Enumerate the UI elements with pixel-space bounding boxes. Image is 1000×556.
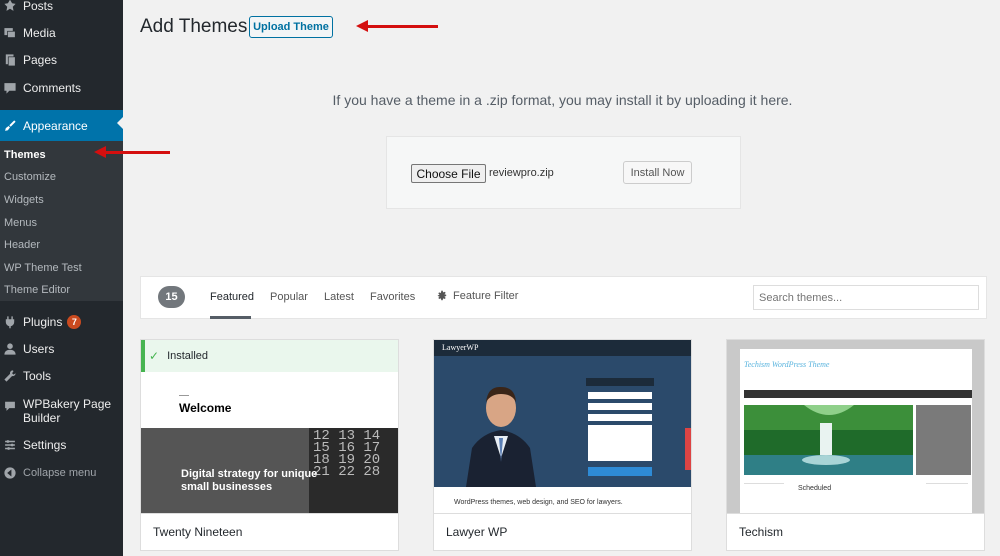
theme-card-footer: Techism [727,513,984,550]
theme-name: Lawyer WP [446,525,508,539]
menu-collapse[interactable]: Collapse menu [0,460,123,486]
collapse-icon [3,466,17,480]
plugins-update-badge: 7 [67,315,82,329]
choose-file-button[interactable]: Choose File [411,164,486,183]
paintbrush-icon [3,119,17,133]
submenu-wp-theme-test[interactable]: WP Theme Test [4,262,82,274]
preview-page: Techism WordPress Theme Scheduled [740,349,972,513]
upload-help-text: If you have a theme in a .zip format, yo… [332,92,793,108]
theme-card-twenty-nineteen[interactable]: ✓ Installed Welcome 12 13 14 15 16 17 18… [140,339,399,551]
theme-screenshot: Techism WordPress Theme Scheduled [727,340,984,513]
preview-welcome-text: Welcome [179,401,232,415]
theme-screenshot: LawyerWP WordPress themes, web design, a [434,340,691,513]
submenu-widgets[interactable]: Widgets [4,194,44,206]
social-share-bar [685,428,691,470]
menu-label: Pages [23,53,58,67]
menu-label: Appearance [23,118,88,133]
theme-card-techism[interactable]: Techism WordPress Theme Scheduled Techis… [726,339,985,551]
check-icon: ✓ [149,349,160,363]
submenu-header[interactable]: Header [4,239,40,251]
consultation-form-image [586,378,654,476]
menu-posts[interactable]: Posts [0,0,123,19]
comment-icon [3,81,17,95]
theme-name: Techism [739,525,784,539]
menu-appearance[interactable]: Appearance [0,110,123,141]
theme-count: 15 [158,286,185,308]
plugin-icon [3,315,17,329]
tab-favorites[interactable]: Favorites [370,291,415,303]
menu-users[interactable]: Users [0,336,123,362]
preview-hero: 12 13 14 15 16 17 18 19 20 21 22 28 Digi… [141,428,398,513]
menu-pages[interactable]: Pages [0,47,123,73]
preview-logo: LawyerWP [442,343,479,352]
appearance-submenu: Themes Customize Widgets Menus Header WP… [0,141,123,301]
tab-featured[interactable]: Featured [210,291,254,303]
submenu-menus[interactable]: Menus [4,217,37,229]
preview-sidebar [916,405,971,475]
submenu-theme-editor[interactable]: Theme Editor [4,284,70,296]
waterfall-image [744,405,913,475]
menu-label: Media [23,26,56,40]
installed-notice: ✓ Installed [141,340,398,372]
preview-hero [434,356,691,487]
menu-tools[interactable]: Tools [0,363,123,389]
theme-card-footer: Twenty Nineteen [141,513,398,550]
menu-label: Plugins [23,315,63,329]
feature-filter-label: Feature Filter [453,290,519,302]
theme-filter-bar: 15 Featured Popular Latest Favorites Fea… [140,276,987,319]
pages-icon [3,53,17,67]
preview-tagline: WordPress themes, web design, and SEO fo… [454,499,623,506]
preview-site-title: Techism WordPress Theme [744,360,830,369]
user-icon [3,342,17,356]
install-now-button[interactable]: Install Now [623,161,692,184]
menu-label: Comments [23,81,82,95]
upload-theme-button[interactable]: Upload Theme [249,16,333,38]
menu-label: Settings [23,438,67,452]
theme-card-footer: Lawyer WP [434,513,691,550]
menu-wpbakery[interactable]: WPBakery Page Builder [0,397,123,427]
tab-latest[interactable]: Latest [324,291,354,303]
menu-plugins[interactable]: Plugins 7 [0,309,123,335]
feature-filter-button[interactable]: Feature Filter [436,290,518,302]
preview-topbar: LawyerWP [434,340,691,356]
preview-post-title: Scheduled [798,485,832,492]
menu-label: Posts [23,0,54,13]
pin-icon [3,0,17,13]
annotation-arrow-themes [94,146,170,158]
media-icon [3,26,17,40]
menu-media[interactable]: Media [0,20,123,46]
preview-hero-text: Digital strategy for unique small busine… [181,468,318,493]
menu-label: Collapse menu [23,467,97,479]
annotation-arrow-upload [356,20,438,32]
menu-settings[interactable]: Settings [0,432,123,458]
theme-screenshot: ✓ Installed Welcome 12 13 14 15 16 17 18… [141,340,398,513]
menu-label: Tools [23,369,52,383]
menu-label: WPBakery Page Builder [23,397,112,425]
submenu-themes[interactable]: Themes [4,149,46,161]
active-tab-indicator [210,316,251,319]
selected-file-name: reviewpro.zip [489,167,554,179]
menu-label: Users [23,342,55,356]
theme-card-lawyer-wp[interactable]: LawyerWP WordPress themes, web design, a [433,339,692,551]
gear-icon [437,290,447,301]
page-title: Add Themes [140,16,248,37]
installed-label: Installed [167,350,209,362]
tab-popular[interactable]: Popular [270,291,308,303]
theme-name: Twenty Nineteen [153,525,243,539]
preview-nav-bar [744,390,972,398]
preview-tagline-band: WordPress themes, web design, and SEO fo… [434,487,691,513]
wpbakery-icon [3,399,17,413]
lawyer-portrait-image [466,386,536,487]
search-themes-input[interactable] [753,285,979,310]
settings-icon [3,438,17,452]
admin-sidebar: Posts Media Pages Comments Appearance Th… [0,0,123,556]
submenu-customize[interactable]: Customize [4,171,56,183]
upload-form: Choose File reviewpro.zip Install Now [386,136,741,209]
menu-comments[interactable]: Comments [0,75,123,101]
wrench-icon [3,369,17,383]
